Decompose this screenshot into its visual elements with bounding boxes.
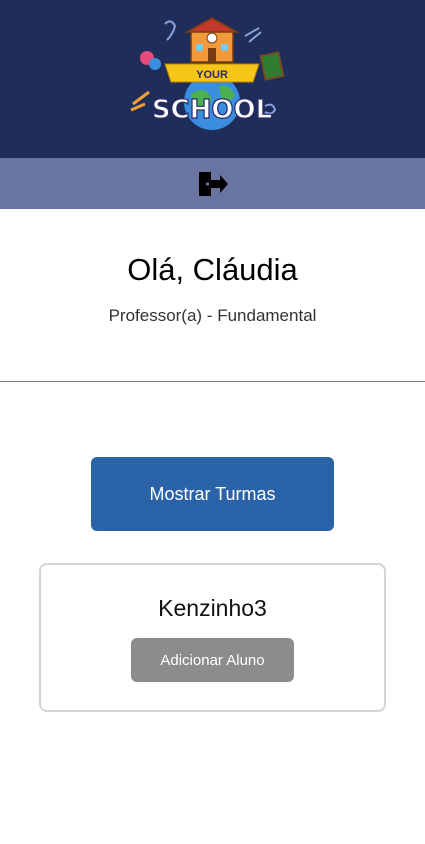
class-name: Kenzinho3 (158, 595, 267, 621)
svg-text:SCHOOL: SCHOOL (152, 95, 272, 125)
school-logo: YOUR SCHOOL (130, 17, 285, 130)
divider (0, 381, 425, 382)
show-classes-button[interactable]: Mostrar Turmas (91, 457, 334, 531)
add-student-button[interactable]: Adicionar Aluno (131, 638, 294, 682)
logout-button[interactable] (195, 166, 231, 202)
logout-bar (0, 158, 425, 209)
greeting-title: Olá, Cláudia (127, 252, 298, 287)
logout-door-icon (198, 171, 228, 196)
class-card: Kenzinho3 Adicionar Aluno (39, 563, 386, 712)
user-role: Professor(a) - Fundamental (108, 306, 317, 325)
svg-text:YOUR: YOUR (196, 69, 228, 81)
app-header: YOUR SCHOOL (0, 0, 425, 158)
